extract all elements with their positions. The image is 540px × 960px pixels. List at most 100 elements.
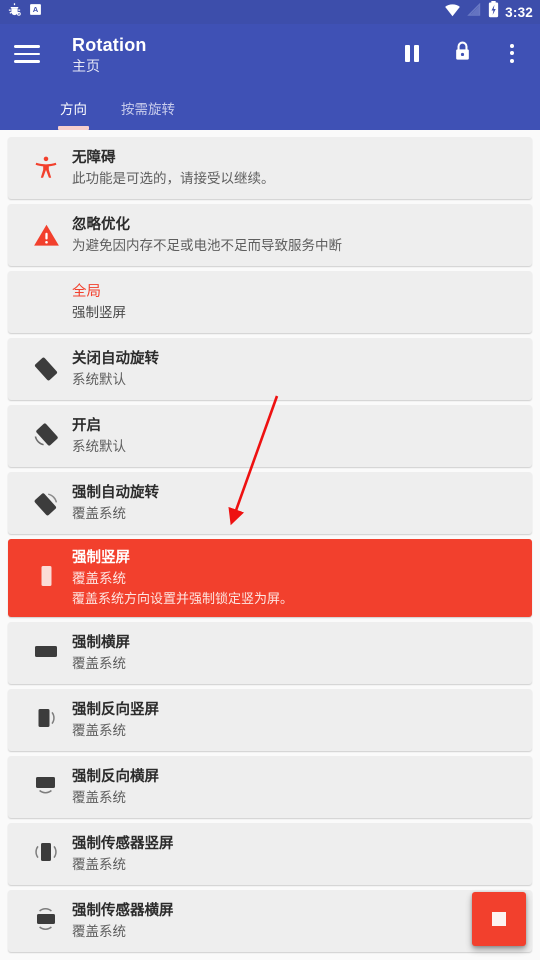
phone-reverse-portrait-icon — [32, 704, 60, 737]
list-item-subtitle: 覆盖系统 — [72, 571, 126, 586]
text-cell: 忽略优化 为避免因内存不足或电池不足而导致服务中断 — [72, 215, 342, 255]
text-cell: 强制传感器竖屏 覆盖系统 — [72, 834, 174, 874]
app-bar: Rotation 主页 方向 按需旋转 — [0, 24, 540, 130]
status-bar-right-icons: 3:32 — [444, 1, 533, 23]
list-item-force-reverse-portrait[interactable]: 强制反向竖屏 覆盖系统 — [8, 689, 532, 751]
phone-portrait-icon — [33, 562, 59, 595]
list-item-subtitle: 为避免因内存不足或电池不足而导致服务中断 — [72, 238, 342, 253]
adb-badge-icon: A — [29, 3, 42, 21]
text-cell: 关闭自动旋转 系统默认 — [72, 349, 159, 389]
list-item-force-auto-rotate[interactable]: 强制自动旋转 覆盖系统 — [8, 472, 532, 534]
icon-cell — [20, 704, 72, 737]
list-item-description: 覆盖系统方向设置并强制锁定竖为屏。 — [72, 591, 294, 606]
icon-cell — [20, 222, 72, 249]
list-item-subtitle: 系统默认 — [72, 372, 126, 387]
pause-icon — [405, 44, 419, 62]
page-title: Rotation — [72, 35, 147, 55]
page-subtitle: 主页 — [72, 58, 100, 74]
warning-triangle-icon — [33, 222, 60, 249]
list-item-ignore-optimization[interactable]: 忽略优化 为避免因内存不足或电池不足而导致服务中断 — [8, 204, 532, 266]
list-item-title: 强制横屏 — [72, 635, 130, 651]
list-item-subtitle: 覆盖系统 — [72, 656, 126, 671]
list-item-title: 全局 — [72, 284, 101, 300]
stop-square-icon — [492, 912, 506, 926]
tab-per-app-rotation[interactable]: 按需旋转 — [121, 98, 175, 130]
hamburger-menu-icon[interactable] — [14, 37, 48, 71]
phone-reverse-landscape-icon — [31, 771, 61, 804]
icon-cell — [20, 905, 72, 938]
rotate-force-auto-icon — [31, 488, 61, 518]
list-item-subtitle: 系统默认 — [72, 439, 126, 454]
wifi-icon — [444, 3, 461, 22]
list-item-title: 无障碍 — [72, 150, 116, 166]
list-item-subtitle: 强制竖屏 — [72, 305, 126, 320]
icon-cell — [20, 562, 72, 595]
list-item-subtitle: 覆盖系统 — [72, 723, 126, 738]
text-cell: 强制自动旋转 覆盖系统 — [72, 483, 159, 523]
list-item-subtitle: 覆盖系统 — [72, 857, 126, 872]
icon-cell — [20, 838, 72, 871]
app-screen: A 3:32 Rotation 主页 方向 按需旋转 无障碍 此功能是可选的，请… — [0, 0, 540, 960]
icon-cell — [20, 421, 72, 451]
list-item-title: 开启 — [72, 418, 101, 434]
list-item-force-portrait[interactable]: 强制竖屏 覆盖系统 覆盖系统方向设置并强制锁定竖为屏。 — [8, 539, 532, 617]
more-vertical-icon — [510, 43, 514, 63]
list-item-title: 强制传感器横屏 — [72, 903, 174, 919]
settings-list: 无障碍 此功能是可选的，请接受以继续。 忽略优化 为避免因内存不足或电池不足而导… — [0, 130, 540, 952]
list-item-title: 关闭自动旋转 — [72, 351, 159, 367]
list-item-title: 强制反向横屏 — [72, 769, 159, 785]
list-item-accessibility[interactable]: 无障碍 此功能是可选的，请接受以继续。 — [8, 137, 532, 199]
list-item-title: 强制反向竖屏 — [72, 702, 159, 718]
rotate-on-icon — [31, 421, 61, 451]
accessibility-icon — [33, 155, 59, 181]
list-item-force-landscape[interactable]: 强制横屏 覆盖系统 — [8, 622, 532, 684]
list-item-subtitle: 覆盖系统 — [72, 924, 126, 939]
list-item-title: 忽略优化 — [72, 217, 130, 233]
list-item-subtitle: 覆盖系统 — [72, 506, 126, 521]
text-cell: 全局 强制竖屏 — [72, 282, 126, 322]
list-item-subtitle: 覆盖系统 — [72, 790, 126, 805]
battery-charging-icon — [488, 1, 499, 23]
list-item-auto-rotate-off[interactable]: 关闭自动旋转 系统默认 — [8, 338, 532, 400]
list-item-subtitle: 此功能是可选的，请接受以继续。 — [72, 171, 275, 186]
tab-bar: 方向 按需旋转 — [0, 86, 540, 130]
app-bar-actions — [400, 33, 528, 65]
phone-sensor-landscape-icon — [31, 905, 61, 938]
bug-debug-icon — [7, 2, 22, 22]
text-cell: 强制反向横屏 覆盖系统 — [72, 767, 159, 807]
lock-button[interactable] — [450, 41, 474, 65]
status-bar-clock: 3:32 — [505, 4, 533, 20]
lock-icon — [453, 40, 472, 66]
list-item-title: 强制竖屏 — [72, 550, 130, 566]
app-title-block: Rotation 主页 — [72, 35, 147, 76]
pause-button[interactable] — [400, 41, 424, 65]
icon-cell — [20, 155, 72, 181]
list-item-title: 强制传感器竖屏 — [72, 836, 174, 852]
status-bar: A 3:32 — [0, 0, 540, 24]
text-cell: 无障碍 此功能是可选的，请接受以继续。 — [72, 148, 275, 188]
list-item-force-sensor-portrait[interactable]: 强制传感器竖屏 覆盖系统 — [8, 823, 532, 885]
list-item-force-reverse-landscape[interactable]: 强制反向横屏 覆盖系统 — [8, 756, 532, 818]
text-cell: 强制竖屏 覆盖系统 覆盖系统方向设置并强制锁定竖为屏。 — [72, 548, 293, 608]
text-cell: 强制横屏 覆盖系统 — [72, 633, 130, 673]
icon-cell — [20, 354, 72, 384]
stop-service-fab[interactable] — [472, 892, 526, 946]
icon-cell — [20, 488, 72, 518]
icon-cell — [20, 771, 72, 804]
tab-orientation[interactable]: 方向 — [58, 98, 89, 130]
status-bar-left-icons: A — [7, 2, 42, 22]
rotate-locked-icon — [31, 354, 61, 384]
text-cell: 强制反向竖屏 覆盖系统 — [72, 700, 159, 740]
list-item-title: 强制自动旋转 — [72, 485, 159, 501]
svg-text:A: A — [33, 5, 39, 14]
phone-sensor-portrait-icon — [31, 838, 61, 871]
text-cell: 强制传感器横屏 覆盖系统 — [72, 901, 174, 941]
icon-cell — [20, 638, 72, 669]
list-item-force-sensor-landscape[interactable]: 强制传感器横屏 覆盖系统 — [8, 890, 532, 952]
list-item-global-status[interactable]: 全局 强制竖屏 — [8, 271, 532, 333]
signal-off-icon — [467, 2, 482, 22]
overflow-button[interactable] — [500, 41, 524, 65]
list-item-auto-rotate-on[interactable]: 开启 系统默认 — [8, 405, 532, 467]
text-cell: 开启 系统默认 — [72, 416, 126, 456]
phone-landscape-icon — [31, 638, 61, 669]
